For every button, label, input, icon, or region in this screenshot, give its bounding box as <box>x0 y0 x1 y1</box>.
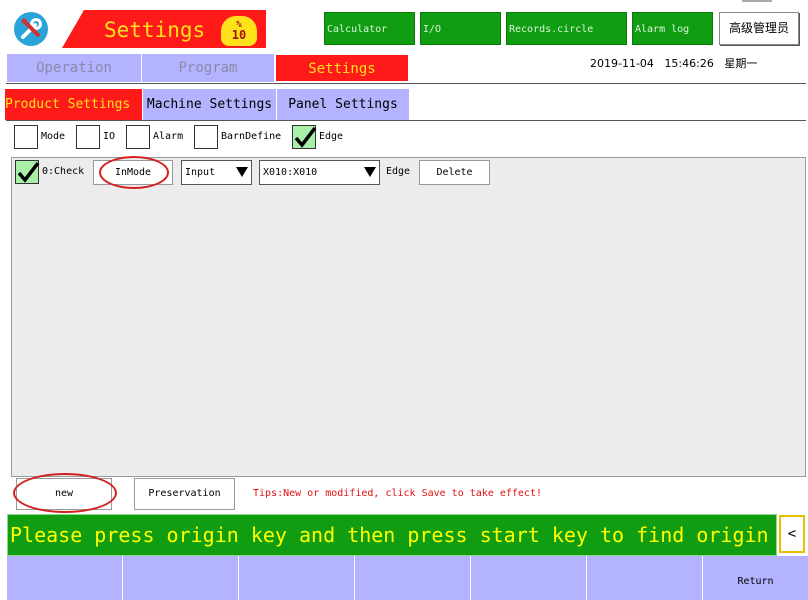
row-0-checkbox[interactable] <box>15 160 40 184</box>
subtab-machine-settings[interactable]: Machine Settings <box>143 89 276 120</box>
rules-panel <box>11 157 806 477</box>
row-0-port-value: X010:X010 <box>263 167 318 178</box>
return-button[interactable]: Return <box>703 556 808 600</box>
preservation-button[interactable]: Preservation <box>134 478 235 510</box>
tabs-divider <box>6 83 806 84</box>
weekday-text: 星期一 <box>724 57 758 70</box>
nav-slot-3[interactable] <box>239 556 355 600</box>
nav-slot-4[interactable] <box>355 556 471 600</box>
records-circle-button[interactable]: Records.circle <box>506 12 627 45</box>
subtab-panel-settings[interactable]: Panel Settings <box>277 89 409 120</box>
window-edge-divider <box>742 0 772 4</box>
filter-barndefine-checkbox[interactable] <box>194 125 218 149</box>
filter-alarm-checkbox[interactable] <box>126 125 150 149</box>
nav-slot-5[interactable] <box>471 556 587 600</box>
filter-alarm-label: Alarm <box>153 131 184 142</box>
dropdown-arrow-icon <box>364 167 376 177</box>
row-0-delete-button[interactable]: Delete <box>419 160 490 185</box>
page-title: Settings <box>104 18 206 42</box>
calculator-button[interactable]: Calculator <box>324 12 415 45</box>
filter-mode-checkbox[interactable] <box>14 125 38 149</box>
marquee-toggle-button[interactable]: < <box>779 515 805 553</box>
tab-program[interactable]: Program <box>142 54 274 82</box>
alarm-log-button[interactable]: Alarm log <box>632 12 713 45</box>
user-level-button[interactable]: 高级管理员 <box>719 12 799 45</box>
nav-slot-1[interactable] <box>7 556 123 600</box>
checkmark-icon <box>294 126 317 148</box>
status-marquee: Please press origin key and then press s… <box>7 514 777 556</box>
filter-io-checkbox[interactable] <box>76 125 100 149</box>
filter-barndefine-label: BarnDefine <box>221 131 282 142</box>
filter-mode-label: Mode <box>41 131 66 142</box>
highlight-ellipse <box>13 473 117 513</box>
highlight-ellipse <box>99 156 169 189</box>
subtabs-divider <box>6 120 806 121</box>
percent-badge: % 10 <box>221 16 257 46</box>
row-0-port-select[interactable]: X010:X010 <box>259 160 380 185</box>
nav-slot-2[interactable] <box>123 556 239 600</box>
filter-edge-label: Edge <box>319 131 344 142</box>
row-0-label: 0:Check <box>42 166 85 177</box>
filter-io-label: IO <box>103 131 116 142</box>
row-0-type-value: Input <box>185 167 216 178</box>
percent-icon: % <box>236 20 242 30</box>
row-0-type-select[interactable]: Input <box>181 160 252 185</box>
settings-app-icon[interactable] <box>14 12 48 46</box>
checkmark-icon <box>17 161 40 183</box>
tab-operation[interactable]: Operation <box>7 54 141 82</box>
filter-edge-checkbox[interactable] <box>292 125 317 149</box>
date-text: 2019-11-04 <box>590 57 654 70</box>
datetime-display: 2019-11-04 15:46:26 星期一 <box>590 55 757 71</box>
nav-slot-6[interactable] <box>587 556 703 600</box>
subtab-product-settings[interactable]: Product Settings <box>5 89 142 120</box>
tools-icon <box>21 18 42 39</box>
tab-settings[interactable]: Settings <box>275 54 409 82</box>
time-text: 15:46:26 <box>664 57 714 70</box>
tips-text: Tips:New or modified, click Save to take… <box>253 488 542 499</box>
row-0-edge-label: Edge <box>386 166 411 177</box>
io-button[interactable]: I/O <box>420 12 501 45</box>
dropdown-arrow-icon <box>236 167 248 177</box>
